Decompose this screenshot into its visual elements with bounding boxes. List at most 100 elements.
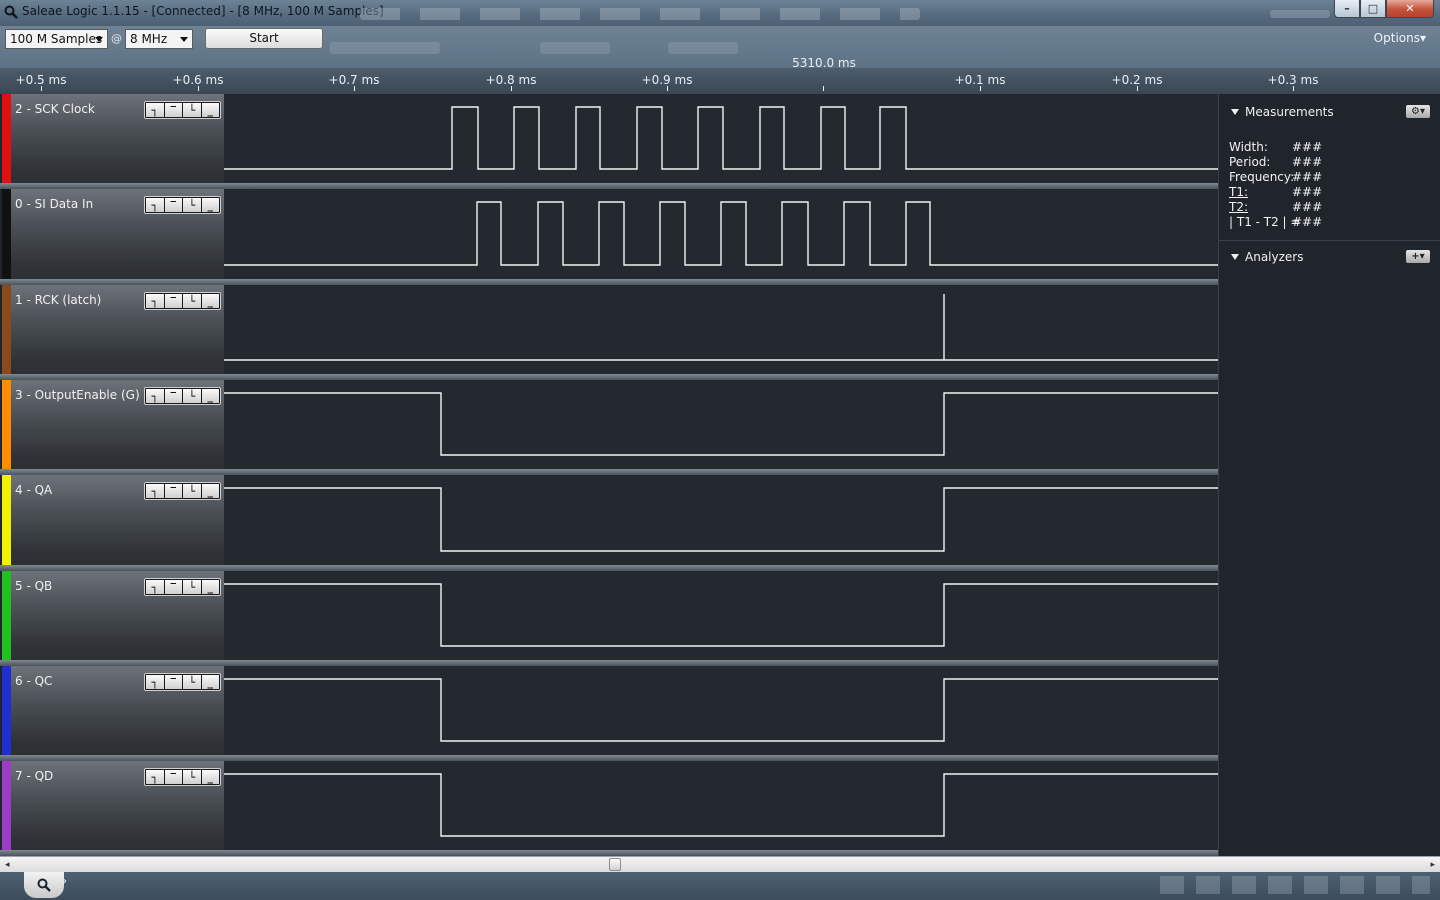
high-level-icon[interactable]: ‾ [164,580,182,594]
channel-trace-area[interactable] [224,285,1218,380]
channel-name[interactable]: 2 - SCK Clock [15,102,95,116]
high-level-icon[interactable]: ‾ [164,675,182,689]
channel-name[interactable]: 5 - QB [15,579,52,593]
rising-edge-icon[interactable]: ┐ [146,675,164,689]
channel-name[interactable]: 3 - OutputEnable (G) [15,388,140,402]
low-level-icon[interactable]: _ [201,580,219,594]
channel-trace-area[interactable] [224,94,1218,189]
low-level-icon[interactable]: _ [201,294,219,308]
rising-edge-icon[interactable]: ┐ [146,484,164,498]
high-level-icon[interactable]: ‾ [164,103,182,117]
channel-name[interactable]: 4 - QA [15,483,52,497]
ruler-tick-mark [667,86,668,91]
collapse-triangle-icon [1231,254,1239,260]
minimize-button[interactable]: – [1334,0,1360,18]
options-menu[interactable]: Options▾ [1374,31,1426,45]
high-level-icon[interactable]: ‾ [164,389,182,403]
measurements-header[interactable]: Measurements [1231,105,1334,119]
channel-label-panel[interactable]: 1 - RCK (latch) ┐ ‾ └ _ [11,285,224,380]
channel-trace-area[interactable] [224,380,1218,475]
channel-label-panel[interactable]: 2 - SCK Clock ┐ ‾ └ _ [11,94,224,189]
low-level-icon[interactable]: _ [201,103,219,117]
waveform-svg [224,201,1218,266]
channel-row: 4 - QA ┐ ‾ └ _ [0,475,1218,571]
rising-edge-icon[interactable]: ┐ [146,294,164,308]
low-level-icon[interactable]: _ [201,198,219,212]
rising-edge-icon[interactable]: ┐ [146,103,164,117]
close-button[interactable]: ✕ [1386,0,1434,18]
search-icon [37,878,51,892]
rising-edge-icon[interactable]: ┐ [146,389,164,403]
channel-name[interactable]: 0 - SI Data In [15,197,93,211]
maximize-button[interactable]: □ [1360,0,1386,18]
scroll-left-icon[interactable]: ◂ [5,860,10,870]
low-level-icon[interactable]: _ [201,389,219,403]
start-button[interactable]: Start [205,28,323,49]
sample-rate-value: 8 MHz [130,32,168,46]
falling-edge-icon[interactable]: └ [183,198,201,212]
measurement-key: Width: [1229,140,1268,154]
falling-edge-icon[interactable]: └ [183,580,201,594]
channel-label-panel[interactable]: 5 - QB ┐ ‾ └ _ [11,571,224,666]
measurements-settings-button[interactable]: ⚙▾ [1406,105,1430,118]
falling-edge-icon[interactable]: └ [183,770,201,784]
scroll-right-icon[interactable]: ▸ [1430,860,1435,870]
channel-label-panel[interactable]: 3 - OutputEnable (G) ┐ ‾ └ _ [11,380,224,475]
trigger-buttons: ┐ ‾ └ _ [144,482,221,500]
falling-edge-icon[interactable]: └ [183,675,201,689]
trigger-buttons: ┐ ‾ └ _ [144,768,221,786]
channel-label-panel[interactable]: 6 - QC ┐ ‾ └ _ [11,666,224,761]
channel-name[interactable]: 1 - RCK (latch) [15,293,101,307]
high-level-icon[interactable]: ‾ [164,198,182,212]
chevron-down-icon [180,37,188,42]
high-level-icon[interactable]: ‾ [164,294,182,308]
expand-panel-tab[interactable]: › [62,874,80,896]
measurement-row: T2: ### [1229,200,1322,215]
scroll-thumb[interactable] [609,858,621,871]
horizontal-scrollbar[interactable]: ◂ ▸ [0,856,1440,872]
channel-trace-area[interactable] [224,666,1218,761]
ruler-tick-label: +0.1 ms [954,73,1006,87]
waveform-trace [224,487,1218,552]
rising-edge-icon[interactable]: ┐ [146,580,164,594]
falling-edge-icon[interactable]: └ [183,484,201,498]
channel-name[interactable]: 6 - QC [15,674,52,688]
rising-edge-icon[interactable]: ┐ [146,198,164,212]
channel-trace-area[interactable] [224,761,1218,856]
analyzers-header[interactable]: Analyzers [1231,250,1303,264]
channel-name[interactable]: 7 - QD [15,769,53,783]
time-ruler[interactable]: +0.5 ms +0.6 ms +0.7 ms +0.8 ms +0.9 ms … [0,68,1440,94]
ruler-tick-mark [1293,86,1294,91]
waveform-trace [224,583,1218,647]
rising-edge-icon[interactable]: ┐ [146,770,164,784]
channel-label-panel[interactable]: 0 - SI Data In ┐ ‾ └ _ [11,189,224,285]
channel-trace-area[interactable] [224,571,1218,666]
low-level-icon[interactable]: _ [201,484,219,498]
high-level-icon[interactable]: ‾ [164,484,182,498]
low-level-icon[interactable]: _ [201,770,219,784]
high-level-icon[interactable]: ‾ [164,770,182,784]
ruler-tick-label: +0.9 ms [641,73,693,87]
channel-row: 7 - QD ┐ ‾ └ _ [0,761,1218,856]
channel-trace-area[interactable] [224,475,1218,571]
falling-edge-icon[interactable]: └ [183,389,201,403]
add-analyzer-button[interactable]: +▾ [1406,250,1430,263]
channel-trace-area[interactable] [224,189,1218,285]
channel-label-panel[interactable]: 7 - QD ┐ ‾ └ _ [11,761,224,856]
cursor-time-label: 5310.0 ms [792,56,856,70]
panel-divider [1219,240,1440,241]
falling-edge-icon[interactable]: └ [183,294,201,308]
search-tab[interactable] [24,872,64,898]
measurement-key[interactable]: T2: [1229,200,1292,215]
channel-row: 0 - SI Data In ┐ ‾ └ _ [0,189,1218,285]
ruler-tick-label: +0.5 ms [15,73,67,87]
sample-count-select[interactable]: 100 M Samples [5,29,108,49]
chevron-down-icon [95,37,103,42]
measurement-key[interactable]: T1: [1229,185,1292,200]
channel-color-strip [2,380,11,475]
measurement-row: Frequency: ### [1229,170,1322,185]
channel-label-panel[interactable]: 4 - QA ┐ ‾ └ _ [11,475,224,571]
low-level-icon[interactable]: _ [201,675,219,689]
falling-edge-icon[interactable]: └ [183,103,201,117]
sample-rate-select[interactable]: 8 MHz [125,29,193,49]
